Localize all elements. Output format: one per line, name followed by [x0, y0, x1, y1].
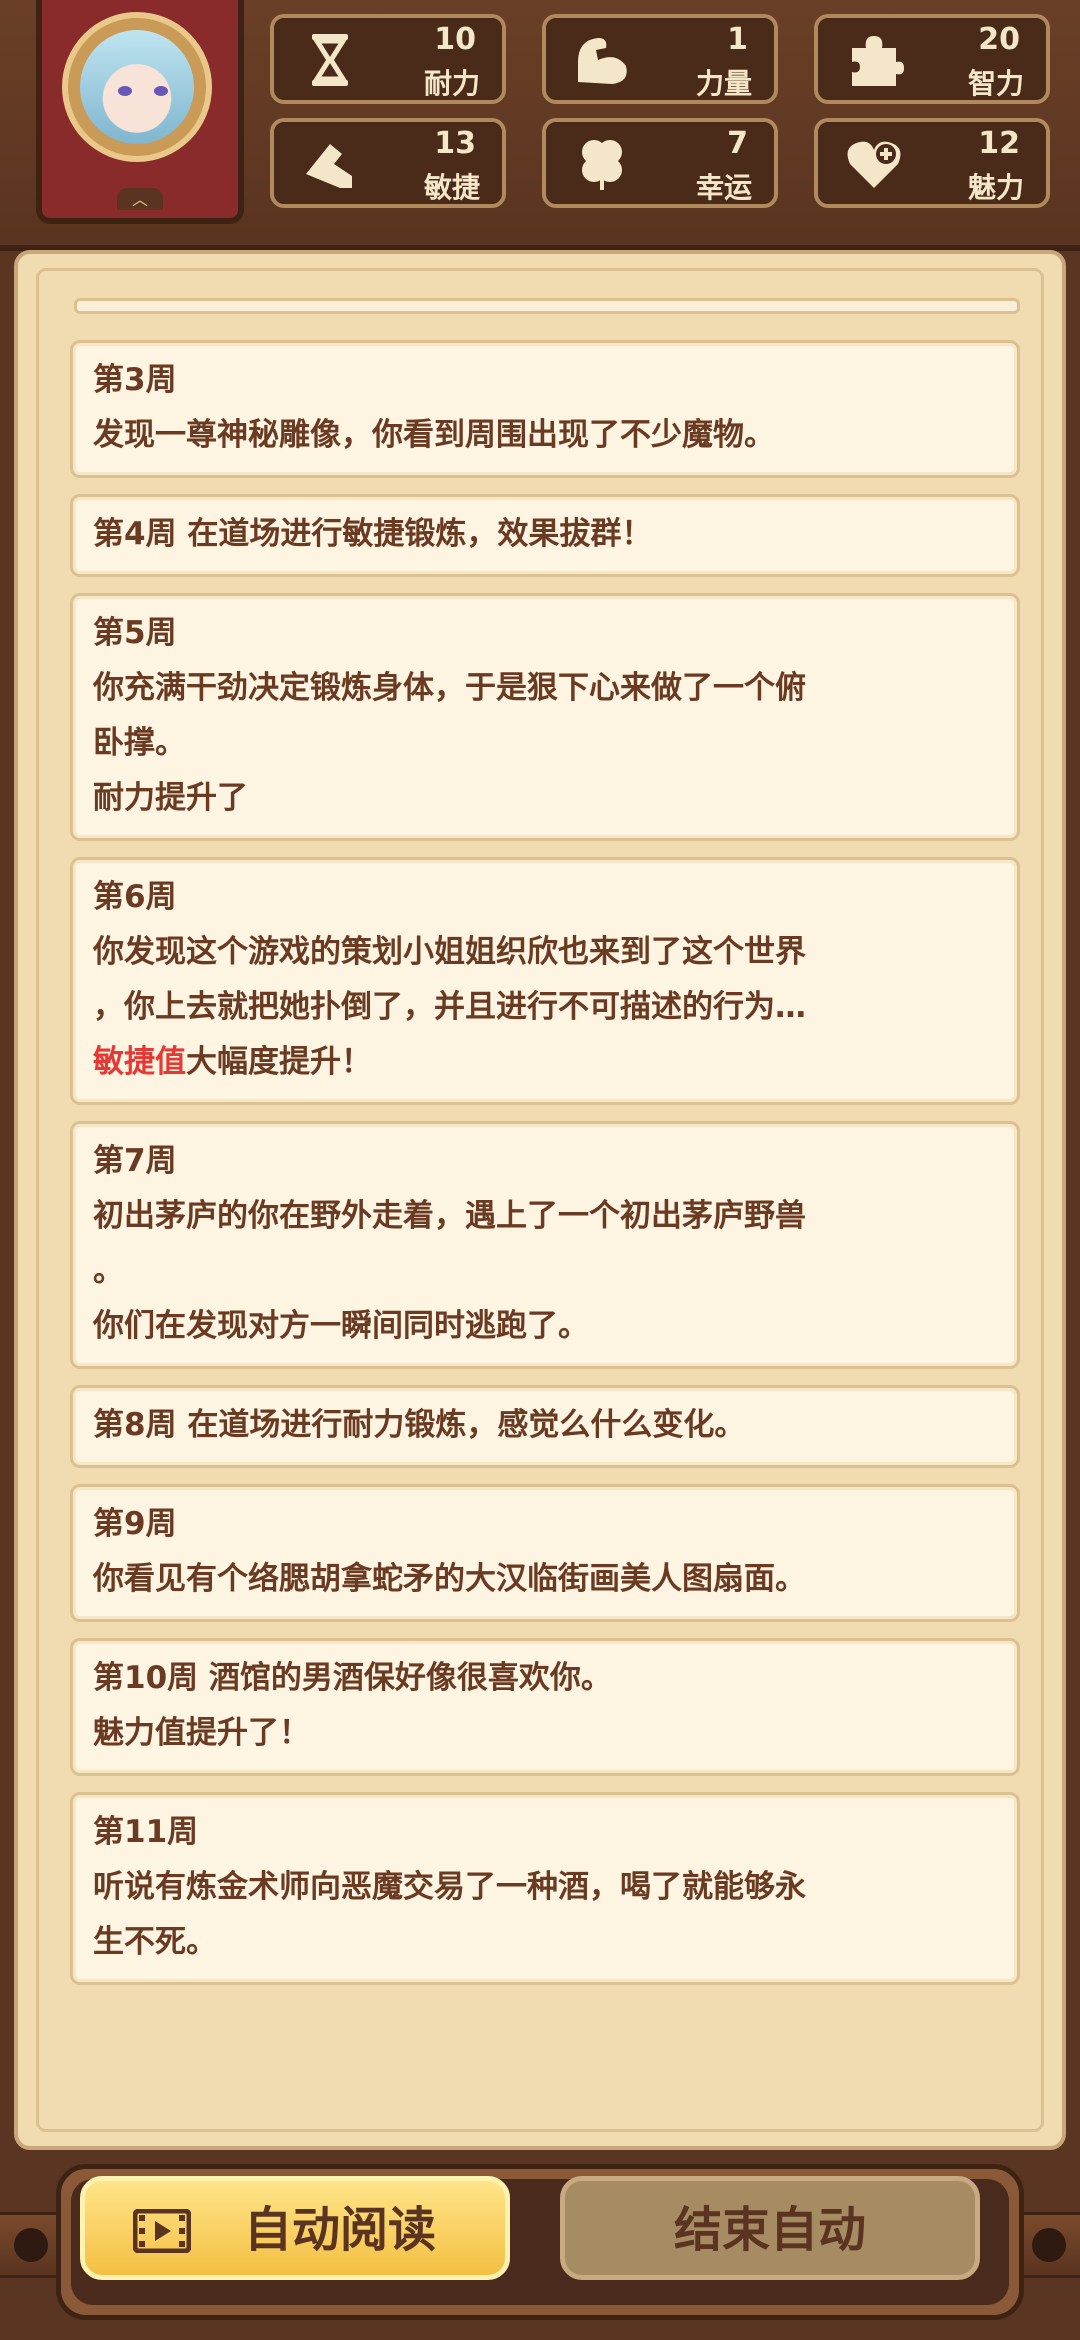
stat-label: 力量	[695, 67, 752, 100]
log-entry-line: 你看见有个络腮胡拿蛇矛的大汉临街画美人图扇面。	[93, 1561, 806, 1597]
log-entry-line: 你发现这个游戏的策划小姐姐织欣也来到了这个世界	[93, 934, 806, 970]
muscle-arm-icon	[578, 38, 627, 84]
avatar-portrait	[80, 30, 194, 144]
stat-label: 敏捷	[423, 171, 480, 204]
log-entry-line: 第9周	[93, 1506, 177, 1542]
log-entry-line: 第3周	[93, 362, 177, 398]
log-entry: 第9周你看见有个络腮胡拿蛇矛的大汉临街画美人图扇面。	[70, 1484, 1020, 1622]
log-entry-line: 第4周 在道场进行敏捷锻炼，效果拔群！	[93, 516, 653, 552]
stat-value: 20	[978, 22, 1020, 57]
log-entry: 第7周初出茅庐的你在野外走着，遇上了一个初出茅庐野兽。 你们在发现对方一瞬间同时…	[70, 1121, 1020, 1369]
stat-label: 幸运	[695, 171, 752, 204]
heart-plus-icon	[847, 141, 901, 188]
log-entry-line: 敏捷值大幅度提升！	[93, 1035, 997, 1090]
log-entry-line: 第6周	[93, 879, 177, 915]
stat-charm[interactable]: 12 魅力	[814, 118, 1050, 208]
log-entry-line: ，你上去就把她扑倒了，并且进行不可描述的行为…	[93, 989, 806, 1025]
log-entry: 第10周 酒馆的男酒保好像很喜欢你。 魅力值提升了！	[70, 1638, 1020, 1776]
log-entry-line: 第10周 酒馆的男酒保好像很喜欢你。	[93, 1660, 612, 1696]
end-auto-label: 结束自动	[673, 2202, 866, 2258]
rail-knob	[1032, 2228, 1066, 2262]
puzzle-piece-icon	[852, 36, 904, 86]
boot-icon	[306, 144, 352, 188]
log-entry-line: 你充满干劲决定锻炼身体，于是狠下心来做了一个俯	[93, 670, 806, 706]
stat-luck[interactable]: 7 幸运	[542, 118, 778, 208]
event-log[interactable]: 第3周发现一尊神秘雕像，你看到周围出现了不少魔物。 第4周 在道场进行敏捷锻炼，效…	[70, 340, 1020, 1985]
end-auto-button[interactable]: 结束自动	[560, 2176, 980, 2280]
avatar-eye	[118, 86, 132, 96]
log-entry-line: 你们在发现对方一瞬间同时逃跑了。	[93, 1308, 589, 1344]
log-entry-line: 第5周	[93, 615, 177, 651]
stat-value: 1	[727, 22, 748, 57]
stat-label: 魅力	[967, 171, 1024, 204]
log-entry-line: 第7周	[93, 1143, 177, 1179]
log-entry-line: 魅力值提升了！	[93, 1715, 310, 1751]
log-entry: 第6周你发现这个游戏的策划小姐姐织欣也来到了这个世界 ，你上去就把她扑倒了，并且进…	[70, 857, 1020, 1105]
auto-read-label: 自动阅读	[243, 2202, 436, 2258]
bottom-bar: 自动阅读 结束自动	[0, 2150, 1080, 2340]
stat-value: 13	[434, 126, 476, 161]
rail-knob	[14, 2228, 48, 2262]
auto-read-button[interactable]: 自动阅读	[80, 2176, 510, 2280]
log-entry-text: 大幅度提升！	[186, 1044, 372, 1080]
avatar-eye	[154, 86, 168, 96]
video-icon	[133, 2209, 191, 2253]
log-entry: 第4周 在道场进行敏捷锻炼，效果拔群！	[70, 494, 1020, 577]
log-entry-line: 第11周	[93, 1814, 199, 1850]
chevron-up-icon[interactable]: ︿	[117, 188, 163, 210]
stat-label: 智力	[967, 67, 1024, 100]
log-entry-line: 生不死。	[93, 1924, 217, 1960]
clover-icon	[582, 140, 622, 190]
stat-strength[interactable]: 1 力量	[542, 14, 778, 104]
stat-value: 7	[727, 126, 748, 161]
log-entry: 第11周听说有炼金术师向恶魔交易了一种酒，喝了就能够永 生不死。	[70, 1792, 1020, 1985]
log-entry-line: 第8周 在道场进行耐力锻炼，感觉么什么变化。	[93, 1407, 746, 1443]
stat-label: 耐力	[423, 67, 480, 100]
highlight-text: 敏捷值	[93, 1044, 186, 1080]
stats-grid: 10 耐力 1 力量 20 智力 13 敏捷 7 幸运 12 魅力	[270, 14, 1060, 208]
log-entry-line: 。	[93, 1253, 124, 1289]
log-entry: 第5周你充满干劲决定锻炼身体，于是狠下心来做了一个俯 卧撑。耐力提升了	[70, 593, 1020, 841]
log-entry: 第3周发现一尊神秘雕像，你看到周围出现了不少魔物。	[70, 340, 1020, 478]
previous-entry-edge	[74, 298, 1020, 314]
log-entry: 第8周 在道场进行耐力锻炼，感觉么什么变化。	[70, 1385, 1020, 1468]
log-entry-line: 发现一尊神秘雕像，你看到周围出现了不少魔物。	[93, 417, 775, 453]
log-entry-line: 卧撑。	[93, 725, 186, 761]
stat-agility[interactable]: 13 敏捷	[270, 118, 506, 208]
hourglass-icon	[312, 34, 348, 86]
stat-value: 10	[434, 22, 476, 57]
event-log-panel: 第3周发现一尊神秘雕像，你看到周围出现了不少魔物。 第4周 在道场进行敏捷锻炼，效…	[14, 250, 1066, 2150]
header: ︿ 10 耐力 1 力量 20 智力 13 敏捷 7 幸运 12 魅力	[0, 0, 1080, 251]
stat-endurance[interactable]: 10 耐力	[270, 14, 506, 104]
avatar-panel[interactable]: ︿	[36, 0, 244, 224]
log-entry-line: 听说有炼金术师向恶魔交易了一种酒，喝了就能够永	[93, 1869, 806, 1905]
stat-intelligence[interactable]: 20 智力	[814, 14, 1050, 104]
stat-value: 12	[978, 126, 1020, 161]
log-entry-line: 耐力提升了	[93, 780, 248, 816]
avatar[interactable]	[62, 12, 212, 162]
log-entry-line: 初出茅庐的你在野外走着，遇上了一个初出茅庐野兽	[93, 1198, 806, 1234]
